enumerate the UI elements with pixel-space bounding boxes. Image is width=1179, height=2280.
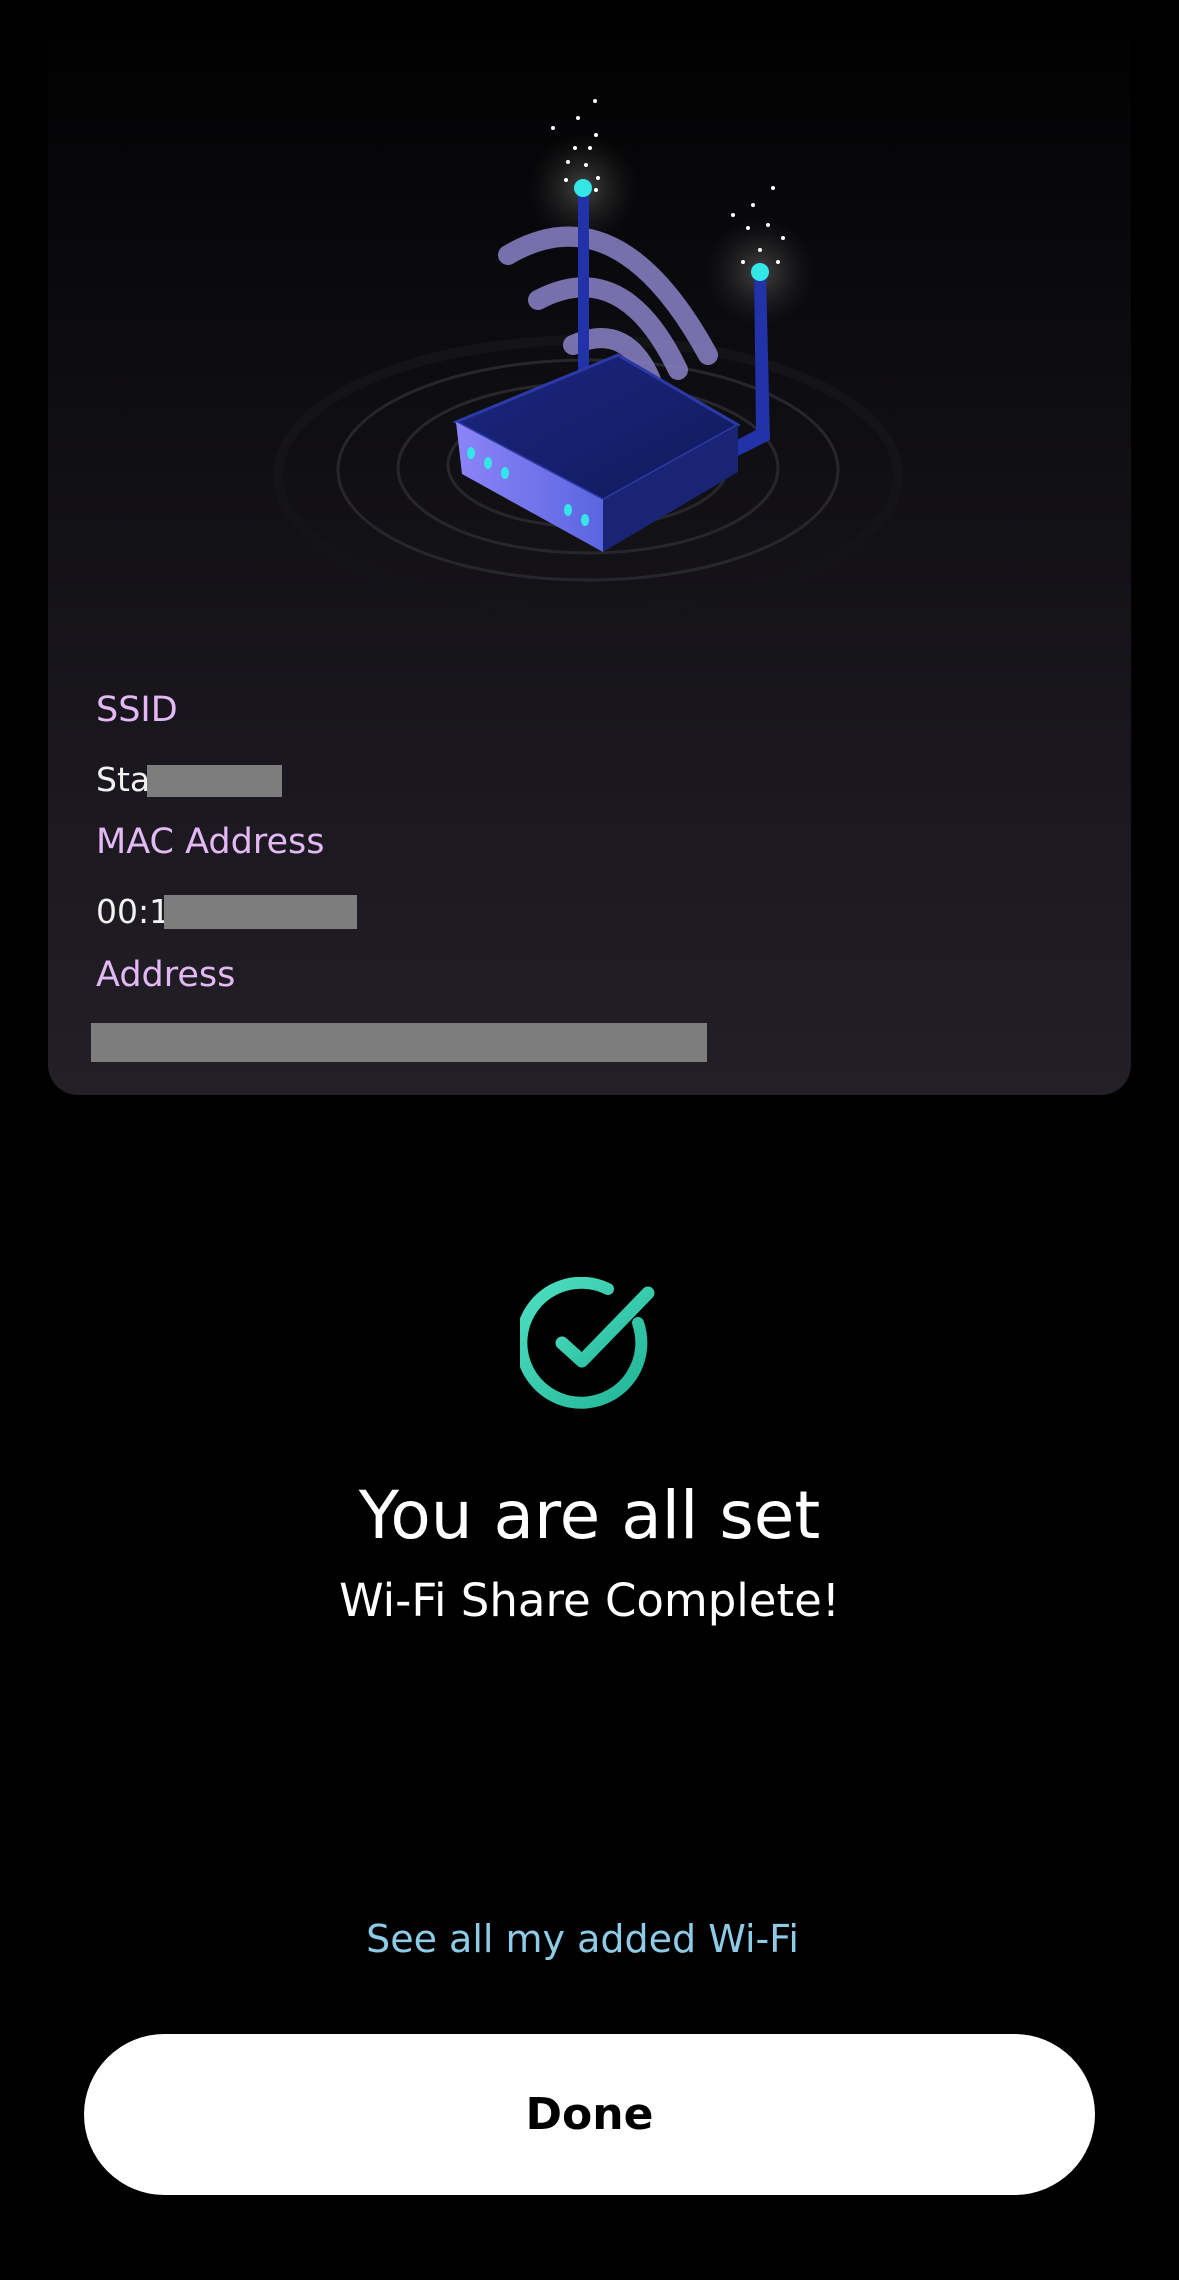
mac-address-value: 00:1 — [96, 892, 171, 931]
success-title: You are all set — [358, 1477, 821, 1554]
address-label: Address — [96, 955, 236, 995]
mac-address-redaction — [164, 895, 357, 929]
mac-address-label: MAC Address — [96, 822, 325, 862]
see-all-added-wifi-link[interactable]: See all my added Wi-Fi — [0, 1917, 1165, 1961]
success-subtitle: Wi-Fi Share Complete! — [339, 1574, 840, 1627]
ssid-redaction — [147, 765, 282, 797]
wifi-info-card: SSID Sta MAC Address 00:1 Address — [48, 0, 1131, 1095]
done-button[interactable]: Done — [84, 2034, 1095, 2195]
ssid-label: SSID — [96, 690, 178, 730]
address-redaction — [91, 1023, 707, 1062]
check-circle-icon — [520, 1277, 655, 1409]
router-illustration — [273, 99, 903, 615]
ssid-value: Sta — [96, 760, 151, 799]
